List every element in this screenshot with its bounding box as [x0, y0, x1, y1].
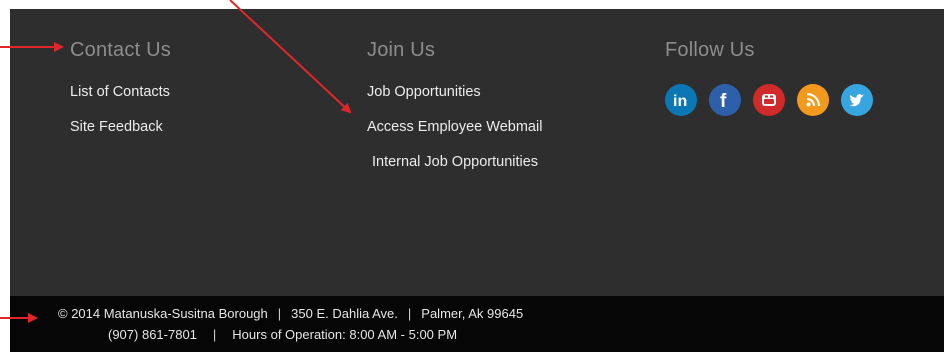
footer-panel: Contact Us List of Contacts Site Feedbac…: [10, 9, 944, 296]
contact-column: Contact Us List of Contacts Site Feedbac…: [70, 39, 171, 154]
social-icons: in f: [665, 84, 873, 116]
street-address: 350 E. Dahlia Ave.: [291, 306, 398, 321]
join-column: Join Us Job Opportunities Access Employe…: [367, 39, 542, 189]
hours-of-operation: Hours of Operation: 8:00 AM - 5:00 PM: [232, 327, 458, 342]
youtube-icon[interactable]: [753, 84, 785, 116]
follow-column: Follow Us in f: [665, 39, 873, 116]
phone-number: (907) 861-7801: [108, 327, 197, 342]
internal-job-opportunities-link[interactable]: Internal Job Opportunities: [367, 154, 542, 170]
list-of-contacts-link[interactable]: List of Contacts: [70, 84, 171, 100]
facebook-icon[interactable]: f: [709, 84, 741, 116]
follow-heading: Follow Us: [665, 39, 755, 61]
job-opportunities-link[interactable]: Job Opportunities: [367, 84, 542, 100]
footer-contact-line: (907) 861-7801 | Hours of Operation: 8:00 …: [10, 327, 951, 342]
join-heading: Join Us: [367, 39, 436, 61]
svg-text:f: f: [720, 91, 727, 110]
site-feedback-link[interactable]: Site Feedback: [70, 119, 171, 135]
rss-icon[interactable]: [797, 84, 829, 116]
svg-text:in: in: [673, 93, 687, 110]
footer-address-line: © 2014 Matanuska-Susitna Borough | 350 E. …: [10, 306, 951, 321]
bottom-bar: © 2014 Matanuska-Susitna Borough | 350 E. …: [10, 296, 944, 352]
contact-heading: Contact Us: [70, 39, 171, 61]
separator: |: [407, 306, 412, 321]
separator: |: [277, 306, 282, 321]
linkedin-icon[interactable]: in: [665, 84, 697, 116]
city-state-zip: Palmer, Ak 99645: [421, 306, 524, 321]
copyright-text: © 2014 Matanuska-Susitna Borough: [58, 306, 268, 321]
twitter-icon[interactable]: [841, 84, 873, 116]
employee-webmail-link[interactable]: Access Employee Webmail: [367, 119, 542, 135]
separator: |: [212, 327, 217, 342]
